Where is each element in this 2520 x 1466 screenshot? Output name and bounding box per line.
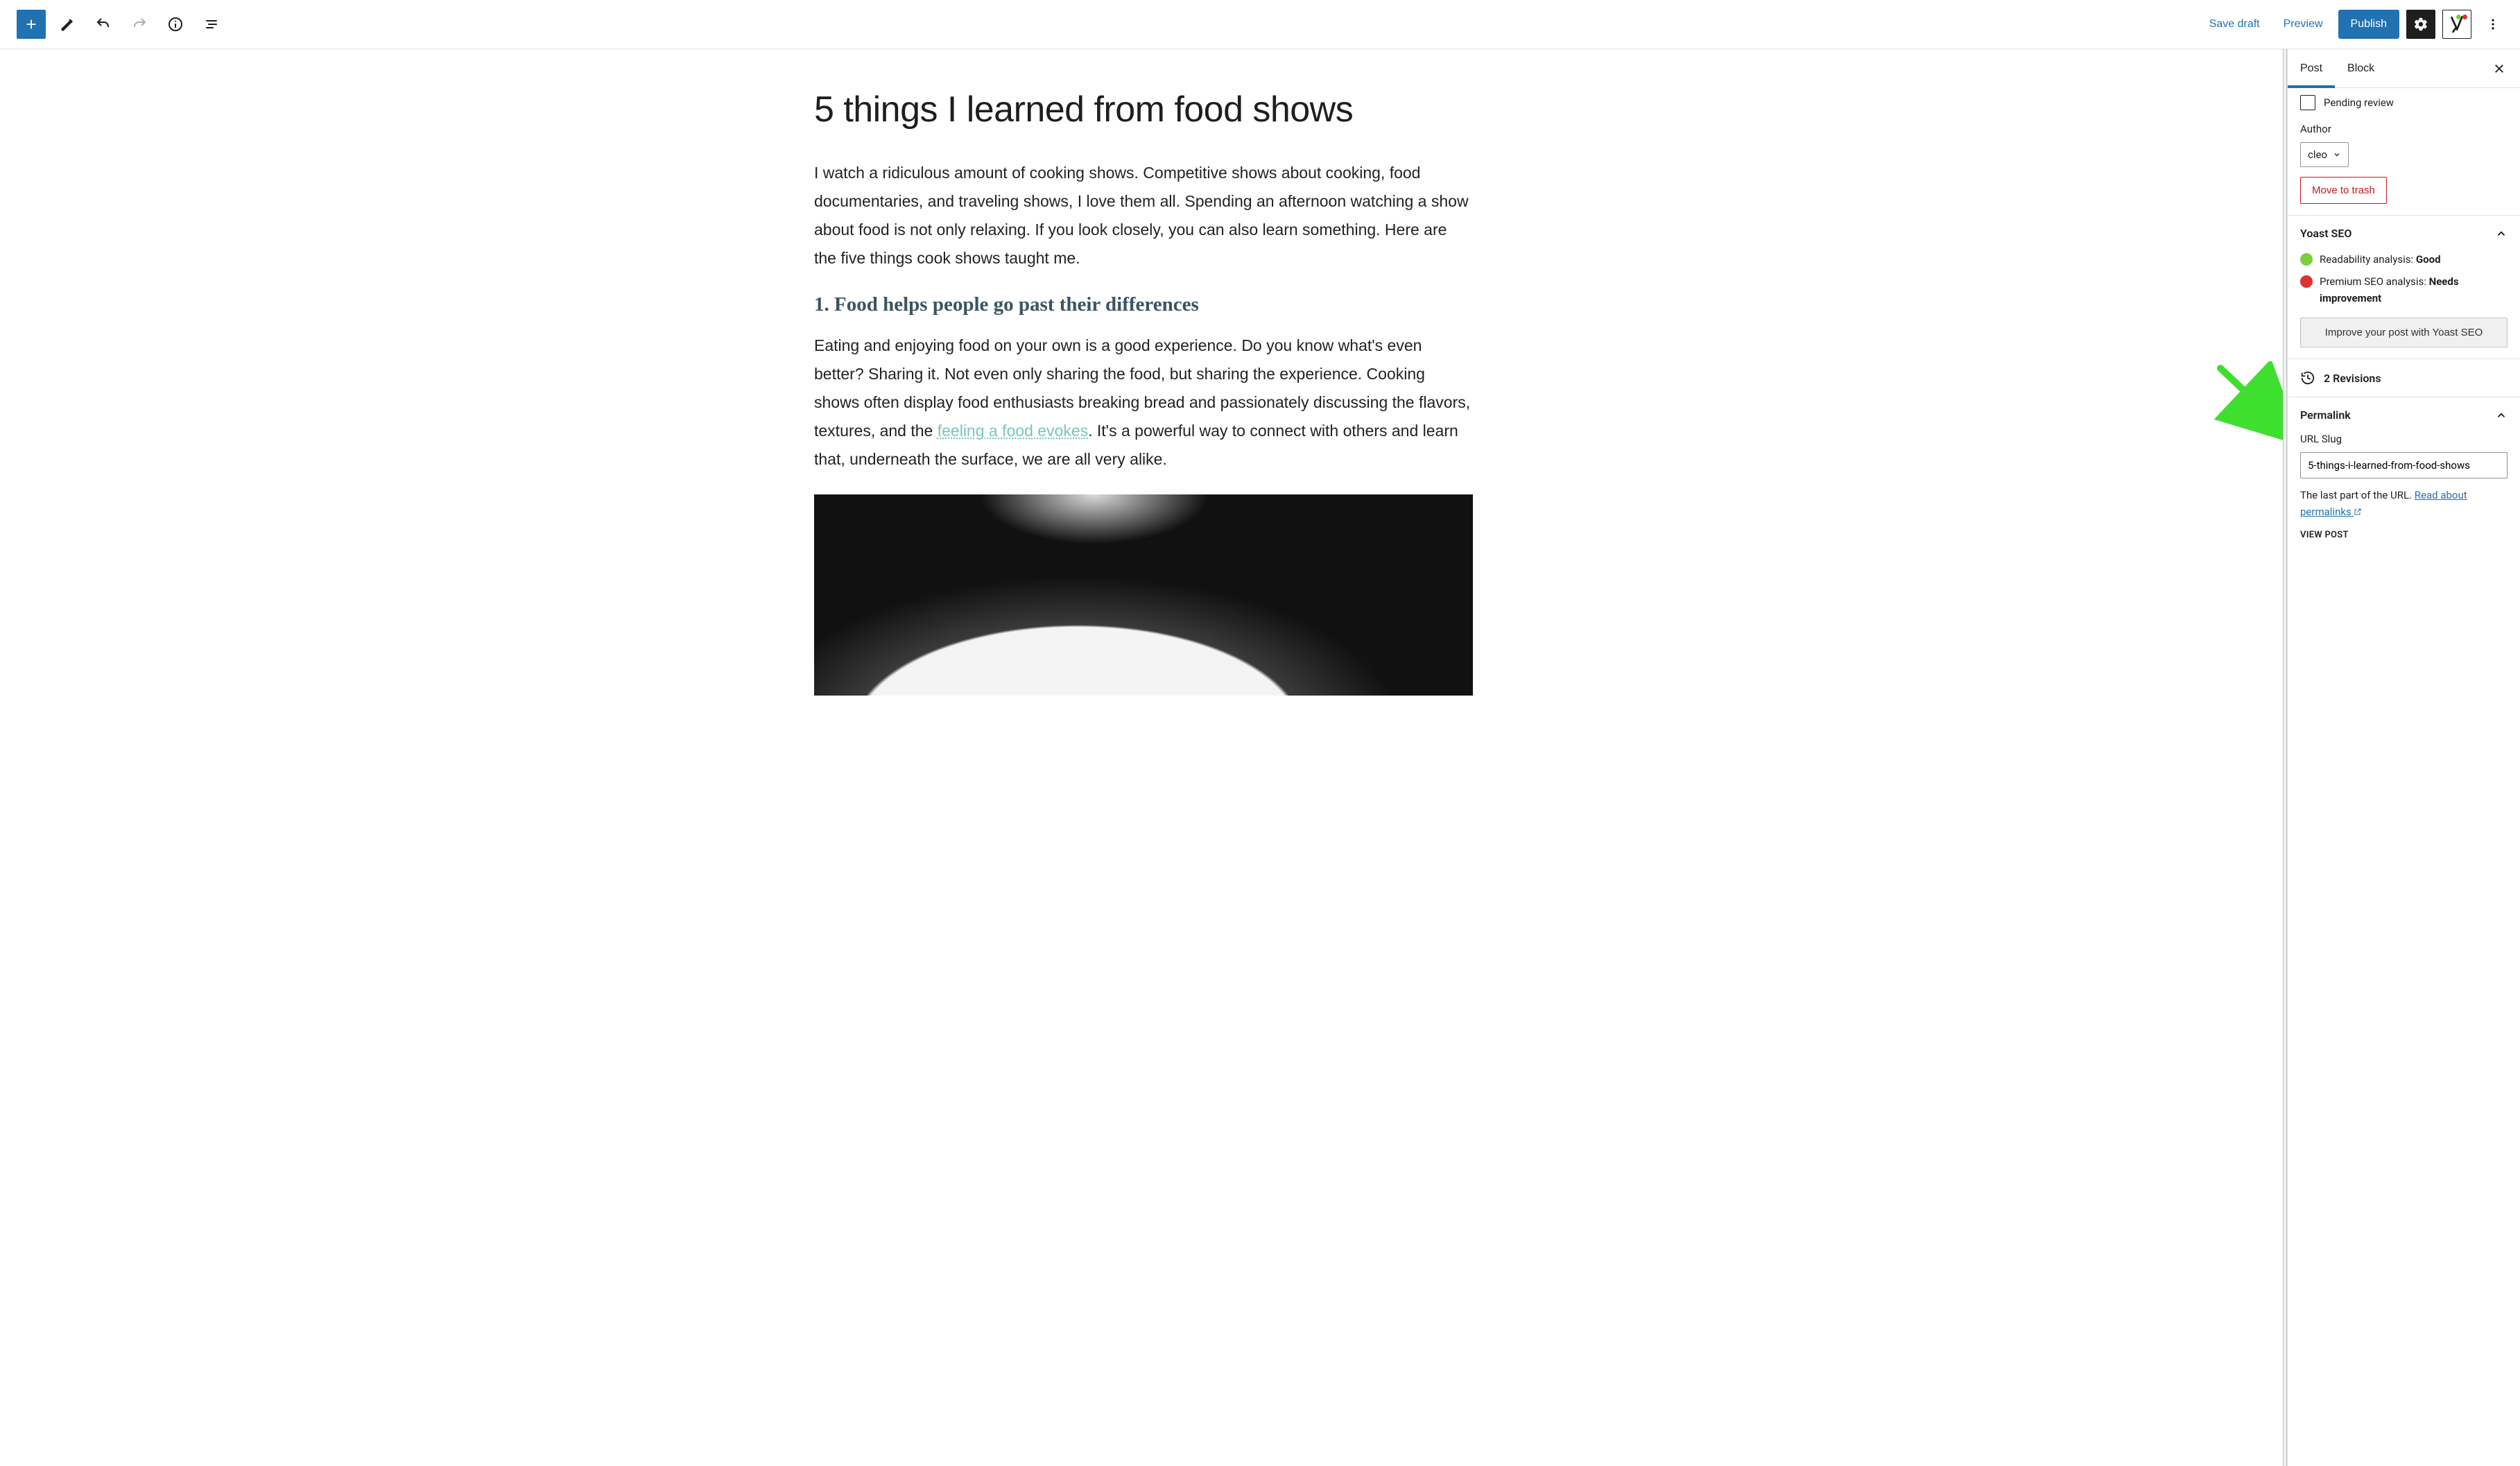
redo-button[interactable] (125, 10, 154, 39)
save-draft-button[interactable]: Save draft (2201, 11, 2268, 37)
readability-row: Readability analysis: Good (2320, 251, 2441, 268)
permalink-panel-toggle[interactable]: Permalink (2300, 408, 2508, 422)
url-slug-label: URL Slug (2300, 433, 2508, 445)
pending-review-checkbox[interactable] (2300, 95, 2315, 110)
pending-review-label: Pending review (2324, 96, 2394, 109)
permalink-title: Permalink (2300, 408, 2351, 422)
info-button[interactable] (161, 10, 190, 39)
close-sidebar-button[interactable] (2485, 55, 2513, 83)
history-icon (2300, 370, 2315, 386)
improve-post-button[interactable]: Improve your post with Yoast SEO (2300, 318, 2508, 347)
settings-toggle-button[interactable] (2406, 10, 2435, 39)
featured-image[interactable] (814, 494, 1473, 696)
more-options-button[interactable] (2478, 10, 2508, 39)
paragraph-2[interactable]: Eating and enjoying food on your own is … (814, 331, 1473, 474)
gear-icon (2413, 17, 2428, 32)
chevron-down-icon (2333, 150, 2341, 159)
outline-list-button[interactable] (197, 10, 226, 39)
add-block-button[interactable] (17, 10, 46, 39)
close-icon (2493, 62, 2505, 75)
yoast-panel-title: Yoast SEO (2300, 227, 2351, 240)
premium-seo-row: Premium SEO analysis: Needs improvement (2320, 273, 2508, 307)
preview-button[interactable]: Preview (2275, 11, 2331, 37)
view-post-link[interactable]: VIEW POST (2300, 530, 2508, 540)
revisions-label: 2 Revisions (2324, 372, 2381, 385)
redo-icon (131, 16, 148, 33)
chevron-up-icon (2495, 409, 2508, 422)
yoast-panel-toggle[interactable]: Yoast SEO (2300, 227, 2508, 240)
heading-1[interactable]: 1. Food helps people go past their diffe… (814, 293, 1473, 316)
undo-icon (95, 16, 112, 33)
publish-button[interactable]: Publish (2338, 10, 2399, 39)
url-slug-input[interactable] (2300, 452, 2508, 478)
move-to-trash-button[interactable]: Move to trash (2300, 177, 2387, 204)
author-label: Author (2300, 123, 2508, 135)
permalink-description: The last part of the URL. Read about per… (2300, 487, 2508, 520)
chevron-up-icon (2495, 227, 2508, 240)
edit-mode-button[interactable] (53, 10, 82, 39)
author-value: cleo (2308, 148, 2327, 161)
editor-canvas[interactable]: 5 things I learned from food shows I wat… (0, 49, 2287, 1466)
revisions-button[interactable]: 2 Revisions (2300, 370, 2508, 386)
smile-icon (2300, 253, 2313, 266)
plus-icon (24, 17, 39, 32)
intro-paragraph[interactable]: I watch a ridiculous amount of cooking s… (814, 159, 1473, 273)
undo-button[interactable] (89, 10, 118, 39)
tab-post[interactable]: Post (2288, 49, 2335, 87)
feeling-link[interactable]: feeling a food evokes (938, 422, 1088, 440)
settings-sidebar: Post Block Pending review Author cleo Mo… (2287, 49, 2520, 1466)
yoast-plugin-button[interactable] (2442, 10, 2471, 39)
author-select[interactable]: cleo (2300, 142, 2349, 167)
frown-icon (2300, 275, 2313, 288)
external-link-icon (2354, 508, 2362, 516)
pencil-icon (59, 16, 76, 33)
list-outline-icon (203, 16, 220, 33)
tab-block[interactable]: Block (2335, 49, 2387, 87)
editor-scrollbar[interactable] (2283, 49, 2287, 1466)
post-title[interactable]: 5 things I learned from food shows (814, 88, 1473, 131)
info-icon (167, 16, 184, 33)
kebab-icon (2486, 17, 2500, 31)
